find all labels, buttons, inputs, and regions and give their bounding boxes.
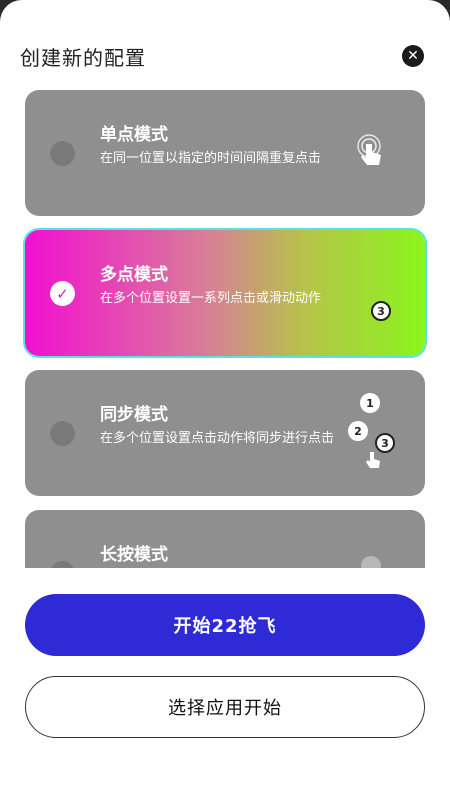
step-1-badge: 1 bbox=[360, 393, 380, 413]
start-button[interactable]: 开始22抢飞 bbox=[25, 594, 425, 656]
dialog-title: 创建新的配置 bbox=[20, 46, 146, 70]
mode-description: 在多个位置设置点击动作将同步进行点击 bbox=[100, 431, 335, 446]
mode-card-sync[interactable]: 同步模式 在多个位置设置点击动作将同步进行点击 1 2 3 bbox=[25, 370, 425, 496]
select-app-button[interactable]: 选择应用开始 bbox=[25, 676, 425, 738]
mode-title: 单点模式 bbox=[100, 125, 168, 145]
mode-description: 在多个位置设置一系列点击或滑动动作 bbox=[100, 291, 322, 306]
mode-card-single[interactable]: 单点模式 在同一位置以指定的时间间隔重复点击 bbox=[25, 90, 425, 216]
mode-title: 长按模式 bbox=[100, 545, 168, 565]
radio-unchecked[interactable] bbox=[50, 421, 75, 446]
mode-description: 在同一位置以指定的时间间隔重复点击 bbox=[100, 151, 322, 166]
radio-unchecked[interactable] bbox=[50, 561, 75, 568]
step-2-badge: 2 bbox=[348, 421, 368, 441]
mode-card-longpress[interactable]: 长按模式 bbox=[25, 510, 425, 568]
check-icon[interactable]: ✓ bbox=[50, 281, 75, 306]
long-press-icon bbox=[361, 556, 381, 568]
step-3-badge: 3 bbox=[371, 301, 391, 321]
mode-title: 同步模式 bbox=[100, 405, 168, 425]
mode-title: 多点模式 bbox=[100, 265, 168, 285]
mode-card-multi[interactable]: ✓ 多点模式 在多个位置设置一系列点击或滑动动作 3 bbox=[25, 230, 425, 356]
mode-list[interactable]: 单点模式 在同一位置以指定的时间间隔重复点击 ✓ 多点模式 在多个位置设置一系列… bbox=[0, 88, 450, 568]
tap-hand-icon bbox=[357, 134, 381, 165]
close-icon[interactable]: ✕ bbox=[402, 45, 424, 67]
radio-unchecked[interactable] bbox=[50, 141, 75, 166]
sync-points-icon bbox=[366, 452, 380, 468]
config-dialog: 创建新的配置 ✕ 单点模式 在同一位置以指定的时间间隔重复点击 ✓ 多点模式 在… bbox=[0, 0, 450, 800]
